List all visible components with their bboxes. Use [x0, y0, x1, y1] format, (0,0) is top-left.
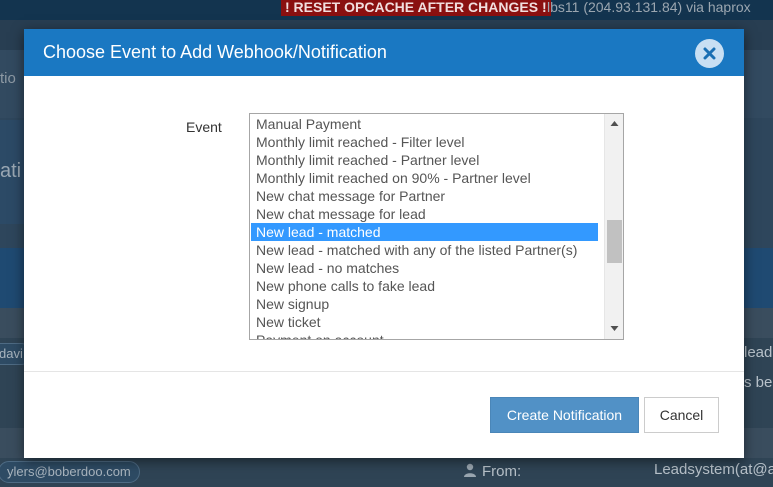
cancel-button[interactable]: Cancel: [644, 397, 719, 433]
right-fragment-2: s be: [744, 374, 773, 391]
menu-fragment: tio: [0, 70, 16, 87]
host-info: lbs11 (204.93.131.84) via haprox: [547, 0, 751, 15]
event-options: Manual Payment Monthly limit reached - Fi…: [250, 114, 598, 339]
event-option[interactable]: New chat message for lead: [251, 205, 598, 223]
from-label: From:: [482, 463, 522, 480]
close-icon: [703, 47, 716, 60]
close-button[interactable]: [695, 39, 724, 68]
event-option[interactable]: New ticket: [251, 313, 598, 331]
heading-fragment: ati: [0, 160, 22, 182]
right-fragment-1: lead: [744, 344, 773, 361]
user-icon: [464, 463, 476, 477]
event-select-scrollbar[interactable]: [604, 114, 623, 339]
create-notification-button[interactable]: Create Notification: [490, 397, 639, 433]
scroll-down-icon[interactable]: [610, 324, 619, 333]
modal-header: Choose Event to Add Webhook/Notification: [24, 29, 744, 76]
event-option[interactable]: New lead - matched with any of the liste…: [251, 241, 598, 259]
scroll-thumb[interactable]: [607, 220, 622, 263]
event-option[interactable]: New lead - no matches: [251, 259, 598, 277]
from-value: Leadsystem(at@a: [654, 461, 773, 478]
event-option[interactable]: New lead - matched: [251, 223, 598, 241]
add-webhook-modal: Choose Event to Add Webhook/Notification…: [24, 29, 744, 458]
event-label: Event: [186, 119, 222, 135]
event-option[interactable]: New phone calls to fake lead: [251, 277, 598, 295]
footer-divider: [24, 371, 744, 372]
event-option[interactable]: Monthly limit reached - Filter level: [251, 133, 598, 151]
scroll-up-icon[interactable]: [610, 119, 619, 128]
event-option[interactable]: Monthly limit reached - Partner level: [251, 151, 598, 169]
modal-title: Choose Event to Add Webhook/Notification: [43, 42, 387, 62]
opcache-warning: ! RESET OPCACHE AFTER CHANGES !: [281, 0, 551, 16]
event-option[interactable]: Monthly limit reached on 90% - Partner l…: [251, 169, 598, 187]
event-option[interactable]: Manual Payment: [251, 115, 598, 133]
event-select[interactable]: Manual Payment Monthly limit reached - Fi…: [249, 113, 624, 340]
event-option[interactable]: New chat message for Partner: [251, 187, 598, 205]
event-option[interactable]: New signup: [251, 295, 598, 313]
email-pill: ylers@boberdoo.com: [0, 461, 140, 483]
event-option[interactable]: Payment on account: [251, 331, 598, 339]
